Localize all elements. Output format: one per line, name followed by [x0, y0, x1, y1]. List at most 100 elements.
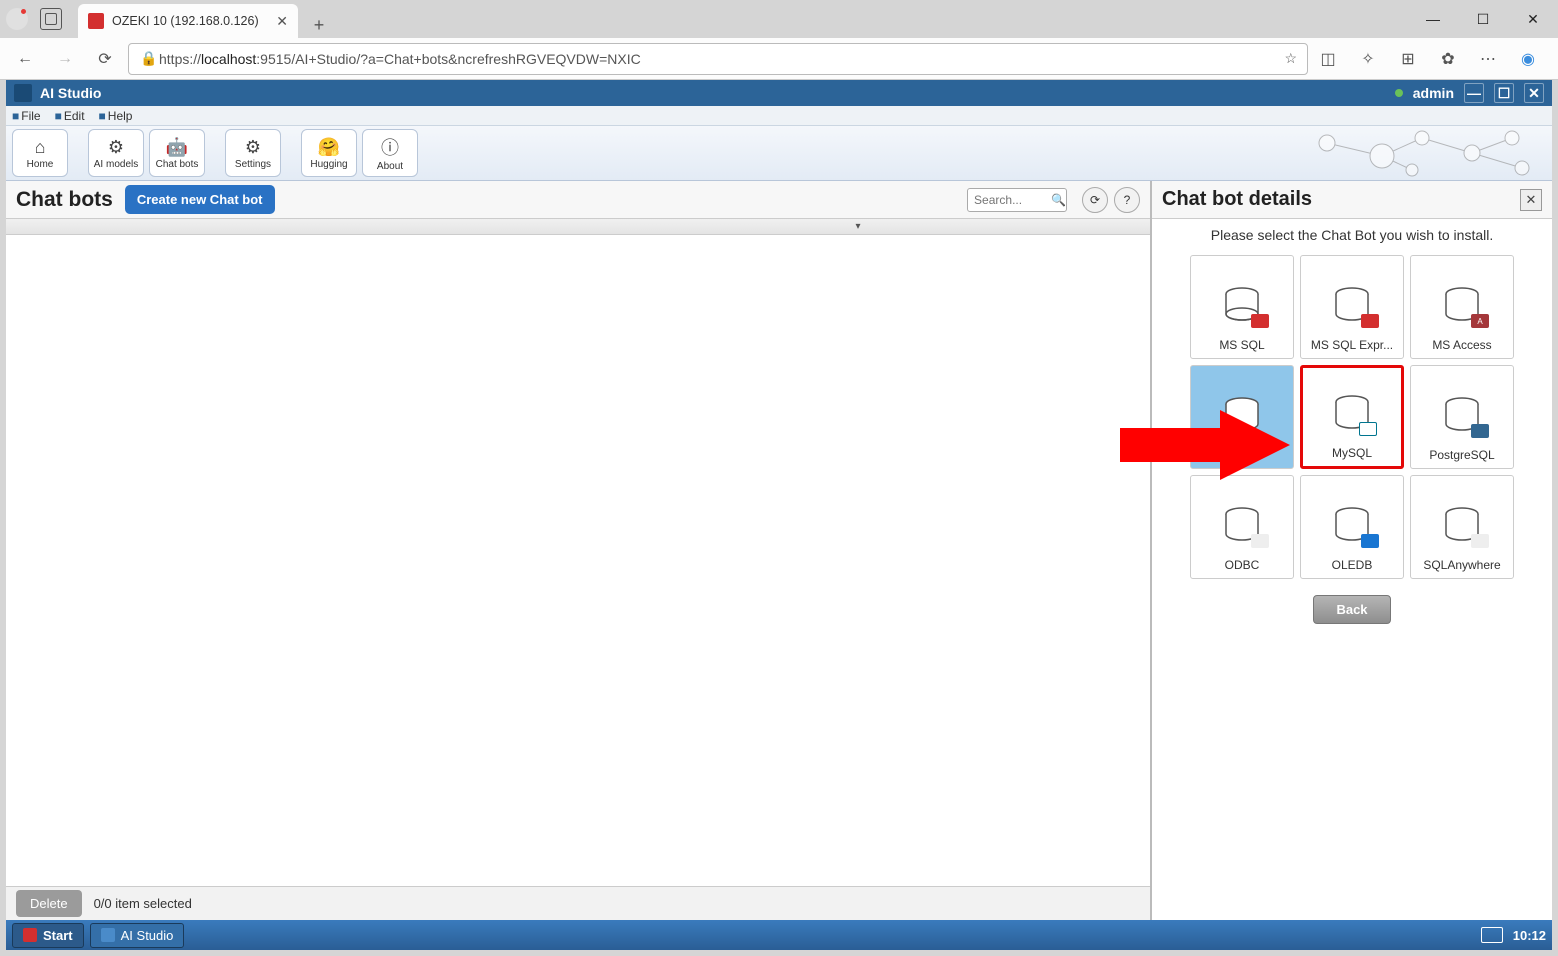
refresh-button[interactable]: ⟳: [1082, 187, 1108, 213]
menu-bar: ■File ■Edit ■Help: [6, 106, 1552, 126]
mysql-badge-icon: [1359, 422, 1377, 436]
favorites-icon[interactable]: ✧: [1354, 45, 1382, 73]
toolbar-chatbots-button[interactable]: 🤖Chat bots: [149, 129, 205, 177]
card-label: MS SQL Expr...: [1311, 338, 1393, 352]
settings-icon: ⚙: [245, 137, 261, 158]
profile-icon[interactable]: [6, 8, 28, 30]
postgres-badge-icon: [1471, 424, 1489, 438]
back-button[interactable]: Back: [1313, 595, 1390, 624]
clock: 10:12: [1513, 928, 1546, 943]
favorite-icon[interactable]: ☆: [1284, 50, 1297, 67]
reload-button[interactable]: ⟳: [88, 42, 122, 76]
card-label: ODBC: [1225, 558, 1260, 572]
collections-icon[interactable]: ⊞: [1394, 45, 1422, 73]
card-sqlanywhere[interactable]: SQLAnywhere: [1410, 475, 1514, 579]
sqlany-badge-icon: [1471, 534, 1489, 548]
list-area: [6, 235, 1150, 886]
card-mssqlexpress[interactable]: MS SQL Expr...: [1300, 255, 1404, 359]
menu-help[interactable]: ■Help: [99, 109, 133, 123]
card-label: SQLAnywhere: [1423, 558, 1500, 572]
new-tab-button[interactable]: +: [306, 12, 332, 38]
panel-subtitle: Please select the Chat Bot you wish to i…: [1152, 219, 1552, 251]
menu-file[interactable]: ■File: [12, 109, 41, 123]
odbc-badge-icon: [1251, 534, 1269, 548]
card-odbc[interactable]: ODBC: [1190, 475, 1294, 579]
oledb-badge-icon: [1361, 534, 1379, 548]
status-dot-icon: [1395, 89, 1403, 97]
search-icon[interactable]: 🔍: [1051, 193, 1066, 207]
mssql-badge-icon: [1251, 314, 1269, 328]
card-label: MS SQL: [1219, 338, 1264, 352]
window-minimize-button[interactable]: —: [1408, 0, 1458, 38]
lock-icon: 🔒: [139, 50, 159, 67]
app-title: AI Studio: [40, 85, 101, 101]
tab-title: OZEKI 10 (192.168.0.126): [112, 14, 259, 28]
taskbar-app-button[interactable]: AI Studio: [90, 923, 185, 948]
info-icon: ⓘ: [381, 134, 399, 160]
forward-button: →: [48, 42, 82, 76]
menu-edit[interactable]: ■Edit: [55, 109, 85, 123]
create-chatbot-button[interactable]: Create new Chat bot: [125, 185, 275, 214]
card-mysql[interactable]: MySQL: [1300, 365, 1404, 469]
url-pre: https://: [159, 51, 201, 67]
app-maximize-button[interactable]: ☐: [1494, 83, 1514, 103]
selection-status: 0/0 item selected: [94, 896, 192, 911]
card-msaccess[interactable]: A MS Access: [1410, 255, 1514, 359]
column-strip[interactable]: ▾: [6, 219, 1150, 235]
window-maximize-button[interactable]: ☐: [1458, 0, 1508, 38]
annotation-arrow-icon: [1120, 410, 1290, 480]
toolbar: ⌂Home ⚙AI models 🤖Chat bots ⚙Settings 🤗H…: [6, 126, 1552, 181]
keyboard-icon[interactable]: [1481, 927, 1503, 943]
help-button[interactable]: ?: [1114, 187, 1140, 213]
card-mssql[interactable]: MS SQL: [1190, 255, 1294, 359]
panel-title: Chat bot details: [1162, 188, 1312, 211]
url-host: localhost: [201, 51, 256, 67]
toolbar-settings-button[interactable]: ⚙Settings: [225, 129, 281, 177]
favicon-icon: [88, 13, 104, 29]
right-panel: Chat bot details ✕ Please select the Cha…: [1152, 181, 1552, 920]
split-screen-icon[interactable]: ◫: [1314, 45, 1342, 73]
back-button[interactable]: ←: [8, 42, 42, 76]
card-oledb[interactable]: OLEDB: [1300, 475, 1404, 579]
app-task-icon: [101, 928, 115, 942]
app-logo-icon: [14, 84, 32, 102]
url-rest: :9515/AI+Studio/?a=Chat+bots&ncrefreshRG…: [256, 51, 640, 67]
toolbar-hugging-button[interactable]: 🤗Hugging: [301, 129, 357, 177]
chevron-down-icon: ▾: [855, 221, 860, 232]
user-label[interactable]: admin: [1413, 85, 1454, 101]
toolbar-about-button[interactable]: ⓘAbout: [362, 129, 418, 177]
gear-icon: ⚙: [108, 137, 124, 158]
menu-icon[interactable]: ⋯: [1474, 45, 1502, 73]
address-bar: ← → ⟳ 🔒 https://localhost:9515/AI+Studio…: [0, 38, 1558, 80]
app-close-button[interactable]: ✕: [1524, 83, 1544, 103]
url-field[interactable]: 🔒 https://localhost:9515/AI+Studio/?a=Ch…: [128, 43, 1308, 75]
copilot-icon[interactable]: ◉: [1514, 45, 1542, 73]
mssql-badge-icon: [1361, 314, 1379, 328]
card-label: MS Access: [1432, 338, 1491, 352]
home-icon: ⌂: [35, 137, 46, 158]
extensions-icon[interactable]: ✿: [1434, 45, 1462, 73]
hugging-icon: 🤗: [318, 137, 340, 158]
toolbar-home-button[interactable]: ⌂Home: [12, 129, 68, 177]
tab-actions-icon[interactable]: [40, 8, 62, 30]
robot-icon: 🤖: [166, 137, 188, 158]
card-label: PostgreSQL: [1429, 448, 1494, 462]
card-label: OLEDB: [1332, 558, 1373, 572]
card-postgresql[interactable]: PostgreSQL: [1410, 365, 1514, 469]
window-close-button[interactable]: ✕: [1508, 0, 1558, 38]
card-label: MySQL: [1332, 446, 1372, 460]
delete-button[interactable]: Delete: [16, 890, 82, 917]
close-tab-icon[interactable]: ✕: [276, 13, 288, 30]
panel-close-button[interactable]: ✕: [1520, 189, 1542, 211]
toolbar-models-button[interactable]: ⚙AI models: [88, 129, 144, 177]
access-badge-icon: A: [1471, 314, 1489, 328]
left-panel: Chat bots Create new Chat bot 🔍 ⟳ ? ▾ De…: [6, 181, 1152, 920]
app-titlebar: AI Studio admin — ☐ ✕: [6, 80, 1552, 106]
taskbar: Start AI Studio 10:12: [6, 920, 1552, 950]
browser-tab[interactable]: OZEKI 10 (192.168.0.126) ✕: [78, 4, 298, 38]
start-icon: [23, 928, 37, 942]
app-minimize-button[interactable]: —: [1464, 83, 1484, 103]
network-decoration-icon: [1312, 128, 1542, 178]
page-title: Chat bots: [16, 188, 113, 212]
start-button[interactable]: Start: [12, 923, 84, 948]
